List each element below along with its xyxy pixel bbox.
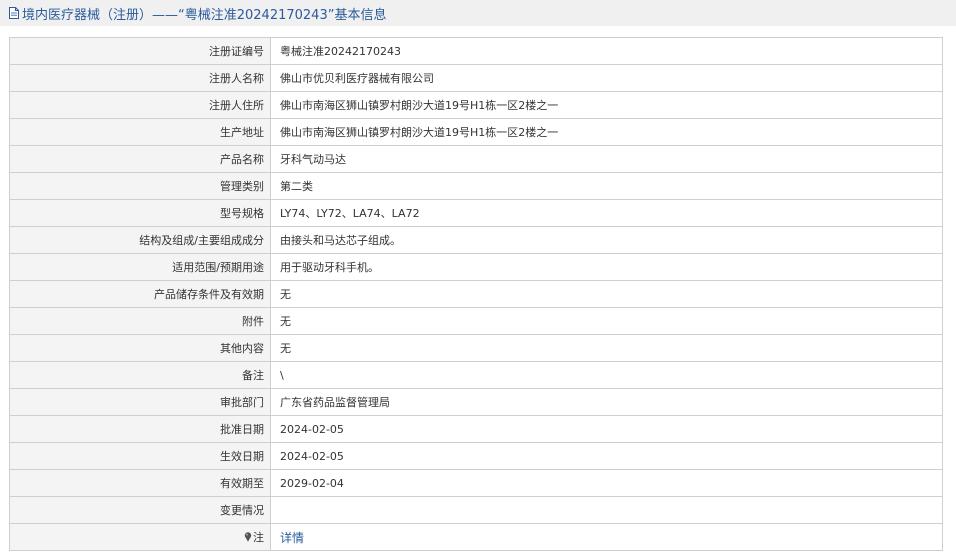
row-value: 无 (270, 307, 943, 335)
row-label: 注册人住所 (9, 91, 271, 119)
table-row: 变更情况 (9, 496, 943, 524)
row-label: 附件 (9, 307, 271, 335)
row-value: 无 (270, 280, 943, 308)
table-row: 生产地址 佛山市南海区狮山镇罗村朗沙大道19号H1栋一区2楼之一 (9, 118, 943, 146)
detail-table: 注册证编号 粤械注准20242170243 注册人名称 佛山市优贝利医疗器械有限… (9, 37, 943, 551)
note-value-cell: 详情 (270, 523, 943, 551)
row-value: 2029-02-04 (270, 469, 943, 497)
details-link[interactable]: 详情 (280, 531, 304, 545)
row-value: 无 (270, 334, 943, 362)
row-label: 型号规格 (9, 199, 271, 227)
row-label: 生产地址 (9, 118, 271, 146)
row-value: LY74、LY72、LA74、LA72 (270, 199, 943, 227)
row-label: 适用范围/预期用途 (9, 253, 271, 281)
note-label: 注 (253, 531, 264, 544)
note-label-cell: 注 (9, 523, 271, 551)
row-label: 管理类别 (9, 172, 271, 200)
table-row: 注册人名称 佛山市优贝利医疗器械有限公司 (9, 64, 943, 92)
table-row: 有效期至 2029-02-04 (9, 469, 943, 497)
row-value: 2024-02-05 (270, 442, 943, 470)
page-title-bar: 境内医疗器械（注册）——“粤械注准20242170243”基本信息 (0, 0, 956, 26)
row-label: 变更情况 (9, 496, 271, 524)
row-label: 结构及组成/主要组成成分 (9, 226, 271, 254)
row-value: \ (270, 361, 943, 389)
table-row: 其他内容 无 (9, 334, 943, 362)
row-label: 其他内容 (9, 334, 271, 362)
row-value: 佛山市南海区狮山镇罗村朗沙大道19号H1栋一区2楼之一 (270, 91, 943, 119)
row-value: 牙科气动马达 (270, 145, 943, 173)
row-label: 产品储存条件及有效期 (9, 280, 271, 308)
row-value: 广东省药品监督管理局 (270, 388, 943, 416)
row-value: 2024-02-05 (270, 415, 943, 443)
table-row: 审批部门 广东省药品监督管理局 (9, 388, 943, 416)
row-label: 有效期至 (9, 469, 271, 497)
table-row: 管理类别 第二类 (9, 172, 943, 200)
table-row: 产品储存条件及有效期 无 (9, 280, 943, 308)
row-value: 由接头和马达芯子组成。 (270, 226, 943, 254)
row-label: 批准日期 (9, 415, 271, 443)
table-row: 适用范围/预期用途 用于驱动牙科手机。 (9, 253, 943, 281)
table-row: 注册人住所 佛山市南海区狮山镇罗村朗沙大道19号H1栋一区2楼之一 (9, 91, 943, 119)
table-row: 型号规格 LY74、LY72、LA74、LA72 (9, 199, 943, 227)
row-value: 第二类 (270, 172, 943, 200)
table-row: 产品名称 牙科气动马达 (9, 145, 943, 173)
row-label: 备注 (9, 361, 271, 389)
detail-table-wrap: 注册证编号 粤械注准20242170243 注册人名称 佛山市优贝利医疗器械有限… (9, 37, 943, 551)
document-icon (9, 7, 19, 19)
table-row: 结构及组成/主要组成成分 由接头和马达芯子组成。 (9, 226, 943, 254)
row-value: 用于驱动牙科手机。 (270, 253, 943, 281)
row-label: 注册证编号 (9, 37, 271, 65)
row-value: 粤械注准20242170243 (270, 37, 943, 65)
row-value: 佛山市南海区狮山镇罗村朗沙大道19号H1栋一区2楼之一 (270, 118, 943, 146)
row-value (270, 496, 943, 524)
note-row: 注 详情 (9, 523, 943, 551)
table-row: 附件 无 (9, 307, 943, 335)
row-label: 生效日期 (9, 442, 271, 470)
row-value: 佛山市优贝利医疗器械有限公司 (270, 64, 943, 92)
table-row: 批准日期 2024-02-05 (9, 415, 943, 443)
row-label: 产品名称 (9, 145, 271, 173)
table-row: 注册证编号 粤械注准20242170243 (9, 37, 943, 65)
row-label: 审批部门 (9, 388, 271, 416)
table-row: 生效日期 2024-02-05 (9, 442, 943, 470)
row-label: 注册人名称 (9, 64, 271, 92)
pin-icon (244, 532, 252, 542)
page-title: 境内医疗器械（注册）——“粤械注准20242170243”基本信息 (22, 7, 387, 23)
table-row: 备注 \ (9, 361, 943, 389)
